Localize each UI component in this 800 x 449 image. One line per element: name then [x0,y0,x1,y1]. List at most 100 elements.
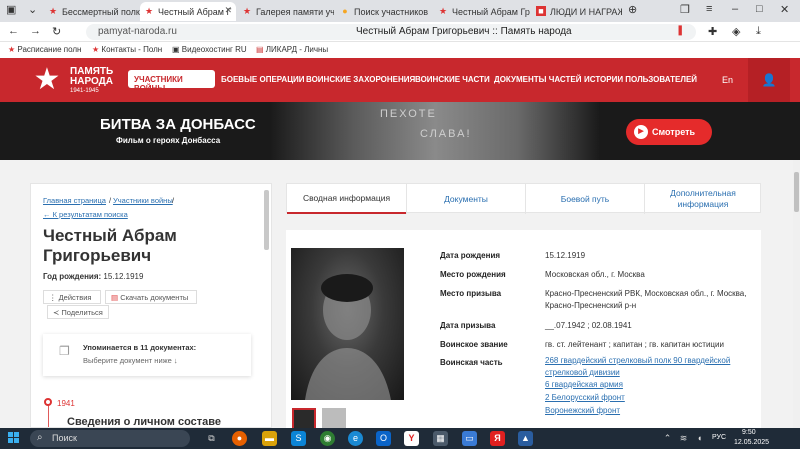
clock-date[interactable]: 12.05.2025 [734,439,769,446]
tab-additional-info[interactable]: Дополнительная информация [645,184,761,214]
browser-menu-icon[interactable]: ▣ [6,3,16,16]
logo-star-icon[interactable]: ★ [30,63,64,97]
birth-value: 15.12.1919 [103,272,144,281]
site-header: ★ ПАМЯТЬ НАРОДА 1941-1945 УЧАСТНИКИ ВОЙН… [0,58,800,102]
taskbar-search[interactable]: ⌕ Поиск [30,430,190,447]
browser-tab[interactable]: ● Поиск участников [336,2,432,21]
actions-button[interactable]: ⋮ Действия [43,290,101,304]
minimize-icon[interactable]: – [732,3,738,15]
unit-link[interactable]: 6 гвардейская армия [545,379,760,391]
pin-icon: ● [342,6,348,16]
watch-button[interactable]: ▶ Смотреть [626,119,712,145]
download-icon[interactable]: ⤓ [756,25,761,38]
bookmark-item[interactable]: ▤ ЛИКАРД - Личны [256,45,328,54]
info-tabs: Сводная информация Документы Боевой путь… [286,183,761,214]
browser-tab[interactable]: ★ Галерея памяти уч [238,2,334,21]
bookmark-item[interactable]: ★ Расписание полн [8,45,81,54]
bookmark-label: Видеохостинг RU [181,45,247,54]
birth-date-label: Дата рождения [440,251,501,260]
tray-chevron-icon[interactable]: ⌃ [660,431,675,446]
timeline-dot [44,398,52,406]
browser-tab-active[interactable]: ★ Честный Абрам Г ✕ [140,2,236,21]
page-scrollbar[interactable] [793,160,800,428]
app-icon[interactable]: ▭ [462,431,477,446]
unit-label: Воинская часть [440,358,503,367]
bookmarks-bar: ★ Расписание полн ★ Контакты - Полн ▣ Ви… [0,42,800,58]
tab-label: Честный Абрам Г [158,6,232,17]
outlook-icon[interactable]: O [376,431,391,446]
clock-time[interactable]: 9:50 [742,429,756,436]
birth-year: Год рождения: 15.12.1919 [43,272,143,281]
wifi-icon[interactable]: ≋ [676,431,691,446]
chevron-down-icon[interactable]: ⌄ [28,3,37,16]
unit-link[interactable]: 268 гвардейский стрелковый полк 90 гвард… [545,355,760,379]
summary-panel: Дата рождения 15.12.1919 Место рождения … [286,230,761,430]
chrome-icon[interactable]: ◉ [320,431,335,446]
close-window-icon[interactable]: ✕ [780,3,789,16]
page-title: Честный Абрам Григорьевич :: Память наро… [356,26,572,37]
star-icon: ★ [242,6,252,16]
address-bar: ← → ↻ pamyat-naroda.ru Честный Абрам Гри… [0,22,800,42]
folder-icon[interactable]: ▬ [262,431,277,446]
back-icon[interactable]: ← [8,25,19,37]
breadcrumb-sep: / [172,196,175,205]
close-icon[interactable]: ✕ [224,5,232,16]
windows-start-icon[interactable] [8,432,20,444]
unit-link[interactable]: Воронежский фронт [545,405,760,417]
tab-summary[interactable]: Сводная информация [287,184,406,214]
card-scrollbar[interactable] [264,190,269,250]
breadcrumb-home[interactable]: Главная страница [43,196,106,205]
bookmark-item[interactable]: ★ Контакты - Полн [92,45,162,54]
yandex-icon[interactable]: Я [490,431,505,446]
yandex-browser-icon[interactable]: Y [404,431,419,446]
bookmark-icon[interactable]: ❚ [676,25,684,36]
photos-icon[interactable]: ▲ [518,431,533,446]
reload-icon[interactable]: ↻ [52,25,61,38]
breadcrumb-participants[interactable]: Участники войны [113,196,173,205]
tab-documents[interactable]: Документы [407,184,525,214]
nav-participants[interactable]: УЧАСТНИКИ ВОЙНЫ [128,70,215,93]
browser-tab[interactable]: ★ Бессмертный полк [44,2,140,21]
maximize-icon[interactable]: □ [756,3,763,15]
store-icon[interactable]: ▦ [433,431,448,446]
promo-banner[interactable]: ПЕХОТЕ СЛАВА! БИТВА ЗА ДОНБАСС Фильм о г… [0,102,800,160]
keyboard-language[interactable]: РУС [712,434,726,441]
edge-icon[interactable]: e [348,431,363,446]
nav-unit-documents[interactable]: ДОКУМЕНТЫ ЧАСТЕЙ [494,75,581,84]
back-to-results-link[interactable]: ← К результатам поиска [43,210,128,219]
volume-icon[interactable]: ◖ [692,431,707,446]
nav-user-stories[interactable]: ИСТОРИИ ПОЛЬЗОВАТЕЛЕЙ [584,75,697,84]
task-view-icon[interactable]: ⧉ [204,431,219,446]
scrollbar-thumb[interactable] [794,172,799,212]
action-label: Скачать документы [120,293,189,302]
new-tab-icon[interactable]: ⊕ [628,3,637,16]
nav-burials[interactable]: ВОИНСКИЕ ЗАХОРОНЕНИЯ [306,75,415,84]
tab-combat-path[interactable]: Боевой путь [526,184,644,214]
user-icon[interactable]: 👤 [748,58,790,102]
breadcrumb-sep: / [109,196,112,205]
bookmark-item[interactable]: ▣ Видеохостинг RU [172,45,247,54]
photo-thumbnail[interactable] [322,408,346,430]
browser-tab[interactable]: ■ ЛЮДИ И НАГРАЖД [532,2,622,21]
draft-place-value: Красно-Пресненский РВК, Московская обл.,… [545,289,747,310]
copy-icon[interactable]: ❐ [680,3,690,16]
shield-icon[interactable]: ◈ [732,25,740,38]
photo-thumbnail[interactable] [292,408,316,430]
extension-icon[interactable]: ✚ [708,25,717,38]
nav-operations[interactable]: БОЕВЫЕ ОПЕРАЦИИ [221,75,305,84]
download-docs-button[interactable]: ▤ Скачать документы [105,290,197,304]
tab-label: Поиск участников [354,6,429,17]
tab-label: Честный Абрам Гри [452,6,530,17]
menu-icon[interactable]: ≡ [706,3,712,15]
nav-units[interactable]: ВОИНСКИЕ ЧАСТИ [415,75,490,84]
skype-icon[interactable]: S [291,431,306,446]
firefox-icon[interactable]: ● [232,431,247,446]
language-switch[interactable]: En [722,75,733,85]
unit-link[interactable]: 2 Белорусский фронт [545,392,760,404]
forward-icon[interactable]: → [30,25,41,37]
timeline-title[interactable]: Сведения о личном составе [67,416,221,427]
share-button[interactable]: ≺ Поделиться [47,305,109,319]
person-photo[interactable] [291,248,404,400]
url-input[interactable]: pamyat-naroda.ru Честный Абрам Григорьев… [86,24,696,40]
browser-tab[interactable]: ★ Честный Абрам Гри [434,2,530,21]
